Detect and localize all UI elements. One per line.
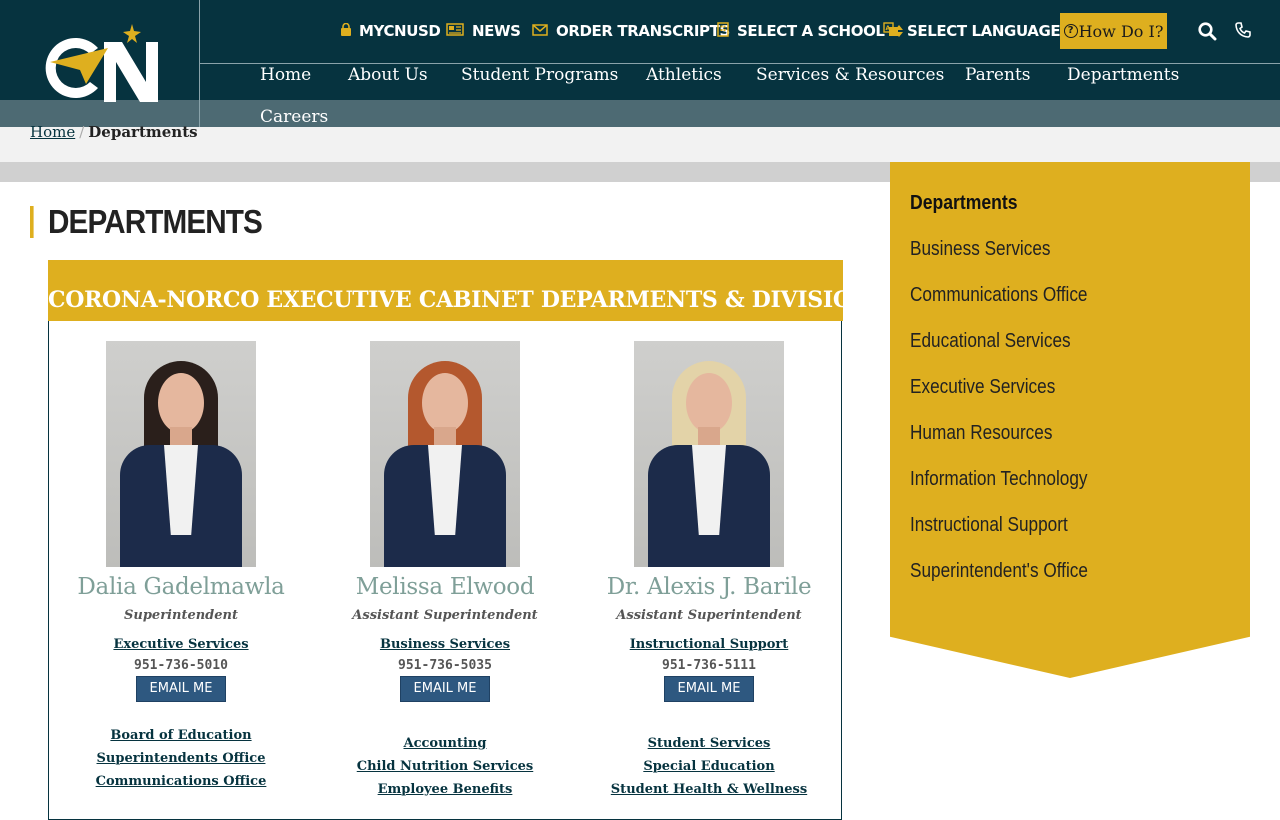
sidenav-title[interactable]: Departments xyxy=(910,192,1018,215)
member-title: Superintendent xyxy=(124,608,238,623)
nav-about-us-label: About Us xyxy=(348,65,428,85)
email-me-button[interactable]: EMAIL ME xyxy=(664,676,754,702)
cabinet-member-card: Dr. Alexis J. Barile Assistant Superinte… xyxy=(577,341,841,801)
member-title: Assistant Superintendent xyxy=(352,608,538,623)
division-links: Accounting Child Nutrition Services Empl… xyxy=(313,732,577,801)
breadcrumb: Home / Departments xyxy=(30,123,198,141)
envelope-icon xyxy=(532,22,548,40)
member-phone: 951-736-5035 xyxy=(398,658,492,673)
cabinet-member-card: Dalia Gadelmawla Superintendent Executiv… xyxy=(49,341,313,793)
select-language-label: SELECT LANGUAGE xyxy=(907,22,1061,40)
cabinet-heading: CORONA-NORCO EXECUTIVE CABINET DEPARMENT… xyxy=(48,260,887,321)
cabinet-member-card: Melissa Elwood Assistant Superintendent … xyxy=(313,341,577,801)
sidenav-item-information-technology[interactable]: Information Technology xyxy=(910,468,1088,491)
member-name: Melissa Elwood xyxy=(355,574,535,600)
news-label: NEWS xyxy=(472,22,521,40)
lock-icon xyxy=(341,22,351,40)
departments-sidenav: Departments Business Services Communicat… xyxy=(890,162,1250,678)
search-button[interactable] xyxy=(1198,22,1217,45)
how-do-i-button[interactable]: ? How Do I? xyxy=(1060,13,1167,49)
question-circle-icon: ? xyxy=(1063,24,1078,38)
nav-home[interactable]: Home xyxy=(260,63,311,85)
sidenav-item-business-services[interactable]: Business Services xyxy=(910,238,1051,261)
division-link[interactable]: Special Education xyxy=(577,755,841,778)
nav-home-label: Home xyxy=(260,65,312,85)
email-me-button[interactable]: EMAIL ME xyxy=(136,676,226,702)
phone-icon xyxy=(1235,22,1251,38)
division-links: Board of Education Superintendents Offic… xyxy=(49,724,313,793)
sidenav-item-human-resources[interactable]: Human Resources xyxy=(910,422,1052,445)
nav-departments[interactable]: Departments xyxy=(1067,63,1179,85)
district-logo[interactable] xyxy=(0,0,200,127)
nav-careers-label: Careers xyxy=(260,107,329,127)
portrait-photo xyxy=(370,341,520,567)
order-transcripts-link[interactable]: ORDER TRANSCRIPTS xyxy=(532,13,730,49)
news-link[interactable]: NEWS xyxy=(446,13,521,49)
member-department-link[interactable]: Executive Services xyxy=(49,637,313,652)
nav-departments-label: Departments xyxy=(1067,65,1180,85)
member-phone: 951-736-5010 xyxy=(134,658,228,673)
nav-about-us[interactable]: About Us xyxy=(348,63,428,85)
division-link[interactable]: Employee Benefits xyxy=(313,778,577,801)
breadcrumb-current: Departments xyxy=(88,123,198,141)
nav-parents-label: Parents xyxy=(965,65,1031,85)
nav-parents[interactable]: Parents xyxy=(965,63,1031,85)
sidenav-item-executive-services[interactable]: Executive Services xyxy=(910,376,1055,399)
division-link[interactable]: Accounting xyxy=(313,732,577,755)
select-school-dropdown[interactable]: SELECT A SCHOOL xyxy=(717,13,903,49)
nav-careers[interactable]: Careers xyxy=(260,105,328,127)
breadcrumb-separator: / xyxy=(79,123,85,141)
mycnusd-label: MYCNUSD xyxy=(359,22,441,40)
nav-services-resources[interactable]: Services & Resources xyxy=(756,63,944,85)
page-title: DEPARTMENTS xyxy=(30,205,263,238)
search-icon xyxy=(1198,22,1217,41)
nav-student-programs-label: Student Programs xyxy=(461,65,619,85)
sidenav-item-instructional-support[interactable]: Instructional Support xyxy=(910,514,1068,537)
sidenav-item-superintendents-office[interactable]: Superintendent's Office xyxy=(910,560,1088,583)
mycnusd-link[interactable]: MYCNUSD xyxy=(341,13,441,49)
nav-services-resources-label: Services & Resources xyxy=(756,65,945,85)
site-header: MYCNUSD NEWS ORDER TRANSCRIPTS SELECT A … xyxy=(0,0,1280,127)
cn-logo-icon xyxy=(45,24,158,102)
division-link[interactable]: Student Services xyxy=(577,732,841,755)
breadcrumb-home-link[interactable]: Home xyxy=(30,123,75,141)
member-name: Dalia Gadelmawla xyxy=(77,574,285,600)
division-link[interactable]: Communications Office xyxy=(49,770,313,793)
portrait-photo xyxy=(634,341,784,567)
portrait-photo xyxy=(106,341,256,567)
select-school-label: SELECT A SCHOOL xyxy=(737,22,885,40)
member-department-link[interactable]: Business Services xyxy=(313,637,577,652)
division-link[interactable]: Child Nutrition Services xyxy=(313,755,577,778)
division-links: Student Services Special Education Stude… xyxy=(577,732,841,801)
email-me-button[interactable]: EMAIL ME xyxy=(400,676,490,702)
sidenav-item-communications-office[interactable]: Communications Office xyxy=(910,284,1087,307)
member-phone: 951-736-5111 xyxy=(662,658,756,673)
select-language-dropdown[interactable]: A SELECT LANGUAGE xyxy=(883,13,1079,49)
sidenav-item-educational-services[interactable]: Educational Services xyxy=(910,330,1071,353)
how-do-i-label: How Do I? xyxy=(1078,21,1164,41)
order-transcripts-label: ORDER TRANSCRIPTS xyxy=(556,22,730,40)
newspaper-icon xyxy=(446,22,464,40)
building-icon xyxy=(717,21,729,41)
division-link[interactable]: Superintendents Office xyxy=(49,747,313,770)
division-link[interactable]: Board of Education xyxy=(49,724,313,747)
phone-button[interactable] xyxy=(1235,22,1251,42)
translate-icon: A xyxy=(883,21,899,41)
nav-athletics-label: Athletics xyxy=(646,65,722,85)
member-department-link[interactable]: Instructional Support xyxy=(577,637,841,652)
nav-athletics[interactable]: Athletics xyxy=(646,63,722,85)
member-name: Dr. Alexis J. Barile xyxy=(606,574,812,600)
nav-student-programs[interactable]: Student Programs xyxy=(461,63,618,85)
division-link[interactable]: Student Health & Wellness xyxy=(577,778,841,801)
member-title: Assistant Superintendent xyxy=(616,608,802,623)
